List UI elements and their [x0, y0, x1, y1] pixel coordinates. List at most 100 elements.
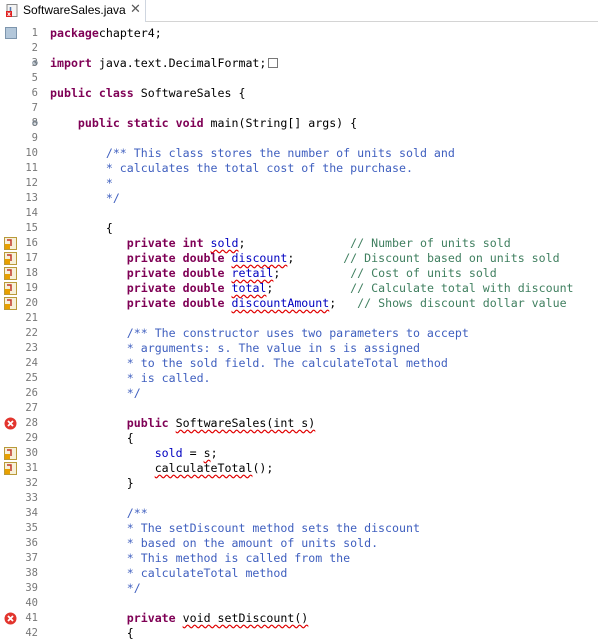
code-line[interactable]: 26 */	[0, 386, 598, 401]
warning-marker-icon[interactable]	[4, 237, 17, 250]
code-text: * arguments: s. The value in s is assign…	[50, 341, 420, 355]
code-line[interactable]: 34 /**	[0, 506, 598, 521]
code-line[interactable]: 20 private double discountAmount; // Sho…	[0, 296, 598, 311]
code-text: */	[50, 191, 120, 205]
line-number: 22	[25, 327, 38, 339]
error-marker-icon[interactable]	[4, 417, 17, 430]
code-text: packagechapter4;	[50, 26, 162, 40]
code-text: private void setDiscount()	[126, 611, 309, 625]
code-line[interactable]: 8 ⊖ public static void main(String[] args…	[0, 116, 598, 131]
svg-text:x: x	[7, 11, 11, 17]
code-line[interactable]: 10 /** This class stores the number of u…	[0, 146, 598, 161]
code-line[interactable]: 30 sold = s;	[0, 446, 598, 461]
code-line[interactable]: 38 * calculateTotal method	[0, 566, 598, 581]
code-line[interactable]: 27	[0, 401, 598, 416]
line-number: 23	[25, 342, 38, 354]
line-number: 29	[25, 432, 38, 444]
line-number: 21	[25, 312, 38, 324]
editor-tab-bar: J x SoftwareSales.java ✕	[0, 0, 598, 22]
line-number: 39	[25, 582, 38, 594]
code-text: *	[50, 176, 113, 190]
code-line[interactable]: 39 */	[0, 581, 598, 596]
code-line[interactable]: 19 private double total; // Calculate to…	[0, 281, 598, 296]
code-line[interactable]: 31 calculateTotal();	[0, 461, 598, 476]
code-line[interactable]: 40	[0, 596, 598, 611]
code-line[interactable]: 9	[0, 131, 598, 146]
code-text: private double discountAmount; // Shows …	[126, 296, 567, 310]
line-number: 1	[31, 27, 38, 39]
line-number: 11	[25, 162, 38, 174]
code-line[interactable]: 2	[0, 41, 598, 56]
code-line[interactable]: 6 public class SoftwareSales {	[0, 86, 598, 101]
close-icon[interactable]: ✕	[130, 2, 141, 17]
line-number: 7	[31, 102, 38, 114]
line-number: 2	[31, 42, 38, 54]
code-line[interactable]: 15 {	[0, 221, 598, 236]
code-text: * is called.	[50, 371, 211, 385]
expand-fold-icon[interactable]: ⊕	[32, 56, 38, 71]
line-number: 13	[25, 192, 38, 204]
code-line[interactable]: 5	[0, 71, 598, 86]
line-number: 9	[31, 132, 38, 144]
code-text: sold = s;	[154, 446, 218, 460]
code-line[interactable]: 11 * calculates the total cost of the pu…	[0, 161, 598, 176]
code-text: {	[50, 626, 134, 640]
line-number: 41	[25, 612, 38, 624]
code-line[interactable]: 28 public SoftwareSales(int s)	[0, 416, 598, 431]
code-line[interactable]: 7	[0, 101, 598, 116]
line-number: 35	[25, 522, 38, 534]
line-number: 32	[25, 477, 38, 489]
code-line[interactable]: 12 *	[0, 176, 598, 191]
code-line[interactable]: 16 private int sold; // Number of units …	[0, 236, 598, 251]
code-line[interactable]: 32 }	[0, 476, 598, 491]
code-line[interactable]: 41 private void setDiscount()	[0, 611, 598, 626]
code-line[interactable]: 29 {	[0, 431, 598, 446]
warning-marker-icon[interactable]	[4, 252, 17, 265]
line-number: 5	[31, 72, 38, 84]
code-line[interactable]: 3 ⊕ import java.text.DecimalFormat;	[0, 56, 598, 71]
code-line[interactable]: 1 packagechapter4;	[0, 26, 598, 41]
line-number: 36	[25, 537, 38, 549]
warning-marker-icon[interactable]	[4, 297, 17, 310]
code-line[interactable]: 37 * This method is called from the	[0, 551, 598, 566]
tab-softwaresales-java[interactable]: J x SoftwareSales.java ✕	[0, 0, 146, 22]
code-line[interactable]: 35 * The setDiscount method sets the dis…	[0, 521, 598, 536]
collapsed-imports-box[interactable]	[268, 58, 279, 68]
code-text: private double total; // Calculate total…	[126, 281, 574, 295]
code-line[interactable]: 18 private double retail; // Cost of uni…	[0, 266, 598, 281]
code-text: calculateTotal();	[154, 461, 274, 475]
code-editor[interactable]: 1 packagechapter4; 2 3 ⊕ import java.text.Dec…	[0, 23, 598, 644]
code-text: import java.text.DecimalFormat;	[50, 56, 279, 71]
warning-marker-icon[interactable]	[4, 267, 17, 280]
code-text: * This method is called from the	[50, 551, 351, 565]
warning-marker-icon[interactable]	[4, 282, 17, 295]
line-number: 12	[25, 177, 38, 189]
line-number: 25	[25, 372, 38, 384]
code-text: * The setDiscount method sets the discou…	[50, 521, 420, 535]
code-line[interactable]: 23 * arguments: s. The value in s is ass…	[0, 341, 598, 356]
code-line[interactable]: 36 * based on the amount of units sold.	[0, 536, 598, 551]
code-line[interactable]: 24 * to the sold field. The calculateTot…	[0, 356, 598, 371]
warning-marker-icon[interactable]	[4, 447, 17, 460]
code-line[interactable]: 25 * is called.	[0, 371, 598, 386]
code-text: private double retail; // Cost of units …	[126, 266, 497, 280]
code-text: /** The constructor uses two parameters …	[50, 326, 469, 340]
line-number: 31	[25, 462, 38, 474]
tab-title: SoftwareSales.java	[23, 3, 126, 17]
code-line[interactable]: 22 /** The constructor uses two paramete…	[0, 326, 598, 341]
line-number: 40	[25, 597, 38, 609]
code-line[interactable]: 42 {	[0, 626, 598, 641]
collapse-fold-icon[interactable]: ⊖	[32, 116, 38, 131]
warning-marker-icon[interactable]	[4, 462, 17, 475]
code-text: public class SoftwareSales {	[50, 86, 246, 100]
code-text: {	[50, 431, 134, 445]
code-line[interactable]: 33	[0, 491, 598, 506]
line-number: 38	[25, 567, 38, 579]
line-number: 24	[25, 357, 38, 369]
line-number: 42	[25, 627, 38, 639]
code-line[interactable]: 14	[0, 206, 598, 221]
code-line[interactable]: 13 */	[0, 191, 598, 206]
error-marker-icon[interactable]	[4, 612, 17, 625]
code-line[interactable]: 17 private double discount; // Discount …	[0, 251, 598, 266]
code-line[interactable]: 21	[0, 311, 598, 326]
